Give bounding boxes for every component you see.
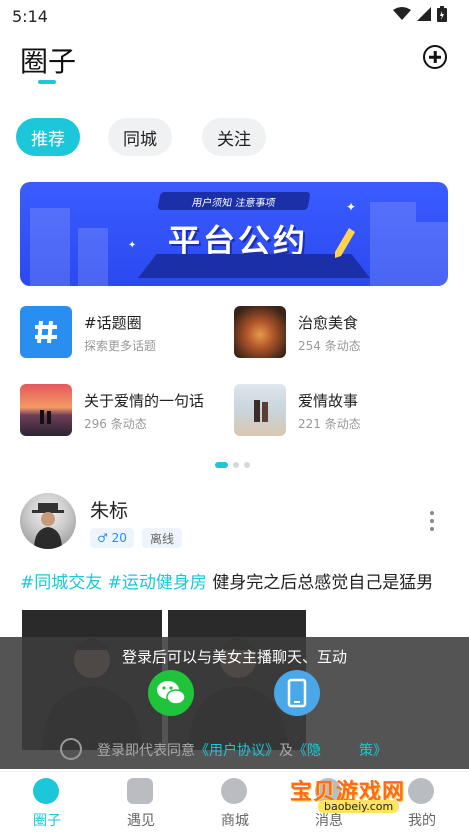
post-tag[interactable]: #运动健身房 <box>108 573 207 593</box>
mall-icon <box>221 778 247 804</box>
nav-label: 商城 <box>221 813 249 829</box>
topic-item[interactable]: 关于爱情的一句话 296 条动态 <box>20 384 220 438</box>
phone-login-button[interactable] <box>274 670 320 716</box>
food-photo <box>234 306 286 358</box>
status-icons <box>393 6 447 22</box>
sparkle-icon: ✦ <box>128 240 137 251</box>
meet-icon <box>127 778 153 804</box>
wechat-icon <box>157 681 186 705</box>
sunset-couple-photo <box>20 384 72 436</box>
platform-rules-banner[interactable]: 用户须知 注意事项 平台公约 ✦ ✦ <box>20 182 448 286</box>
pager-dot <box>215 462 228 468</box>
sparkle-icon: ✦ <box>346 200 357 214</box>
add-post-button[interactable] <box>423 45 447 69</box>
page-title: 圈子 <box>20 45 77 78</box>
post-tag[interactable]: #同城交友 <box>20 573 102 593</box>
leaf-icon <box>33 778 59 804</box>
privacy-link-tail[interactable]: 策》 <box>359 743 387 759</box>
nav-item-circle[interactable]: 圈子 <box>0 772 94 835</box>
topic-name: 治愈美食 <box>298 314 359 332</box>
privacy-link[interactable]: 《隐 <box>293 743 321 759</box>
topic-name: 爱情故事 <box>298 392 359 410</box>
user-level: 20 <box>111 531 127 545</box>
user-agreement-link[interactable]: 《用户协议》 <box>195 743 279 759</box>
nav-item-meet[interactable]: 遇见 <box>94 772 188 835</box>
agreement-text: 登录即代表同意《用户协议》及《隐 策》 <box>97 740 387 760</box>
post-body: 健身完之后总感觉自己是猛男 <box>212 573 434 593</box>
nav-label: 遇见 <box>127 813 155 829</box>
pager-dots <box>215 462 250 468</box>
male-icon: ♂ <box>97 531 108 545</box>
pager-dot <box>233 462 239 468</box>
topic-sub: 254 条动态 <box>298 339 361 353</box>
phone-icon <box>287 678 307 708</box>
agree-checkbox[interactable] <box>60 738 82 760</box>
online-status-badge: 离线 <box>142 528 182 548</box>
user-name[interactable]: 朱标 <box>90 496 128 523</box>
topic-name: 关于爱情的一句话 <box>84 392 205 410</box>
login-message: 登录后可以与美女主播聊天、互动 <box>121 648 347 666</box>
wifi-icon <box>393 7 411 20</box>
topic-sub: 221 条动态 <box>298 417 361 431</box>
beach-couple-photo <box>234 384 286 436</box>
nav-item-mall[interactable]: 商城 <box>188 772 282 835</box>
pager-dot <box>244 462 250 468</box>
avatar[interactable] <box>20 493 76 549</box>
agree-prefix: 登录即代表同意 <box>97 743 195 759</box>
tab-same-city[interactable]: 同城 <box>108 118 172 156</box>
title-underline <box>38 80 56 84</box>
topic-item[interactable]: 爱情故事 221 条动态 <box>234 384 434 438</box>
post-text: #同城交友 #运动健身房 健身完之后总感觉自己是猛男 <box>20 568 433 593</box>
signal-icon <box>417 7 431 21</box>
topic-sub: 探索更多话题 <box>84 339 157 353</box>
topic-sub: 296 条动态 <box>84 417 147 431</box>
banner-pill: 用户须知 注意事项 <box>157 192 311 210</box>
battery-icon <box>437 6 447 22</box>
more-options-icon[interactable] <box>430 511 434 531</box>
status-bar: 5:14 <box>0 0 469 34</box>
topic-item[interactable]: 治愈美食 254 条动态 <box>234 306 434 360</box>
pencil-icon <box>335 228 355 258</box>
status-time: 5:14 <box>12 7 48 26</box>
gender-level-badge: ♂ 20 <box>90 528 134 548</box>
hash-icon <box>20 306 72 358</box>
site-watermark: 宝贝游戏网 baobeiy.com <box>290 774 440 818</box>
watermark-url: baobeiy.com <box>318 800 400 813</box>
nav-label: 圈子 <box>33 813 61 829</box>
tab-recommend[interactable]: 推荐 <box>16 118 80 156</box>
agree-and: 及 <box>279 743 293 759</box>
tab-follow[interactable]: 关注 <box>202 118 266 156</box>
wechat-login-button[interactable] <box>148 670 194 716</box>
topic-name: #话题圈 <box>84 314 142 332</box>
topic-item[interactable]: #话题圈 探索更多话题 <box>20 306 220 360</box>
